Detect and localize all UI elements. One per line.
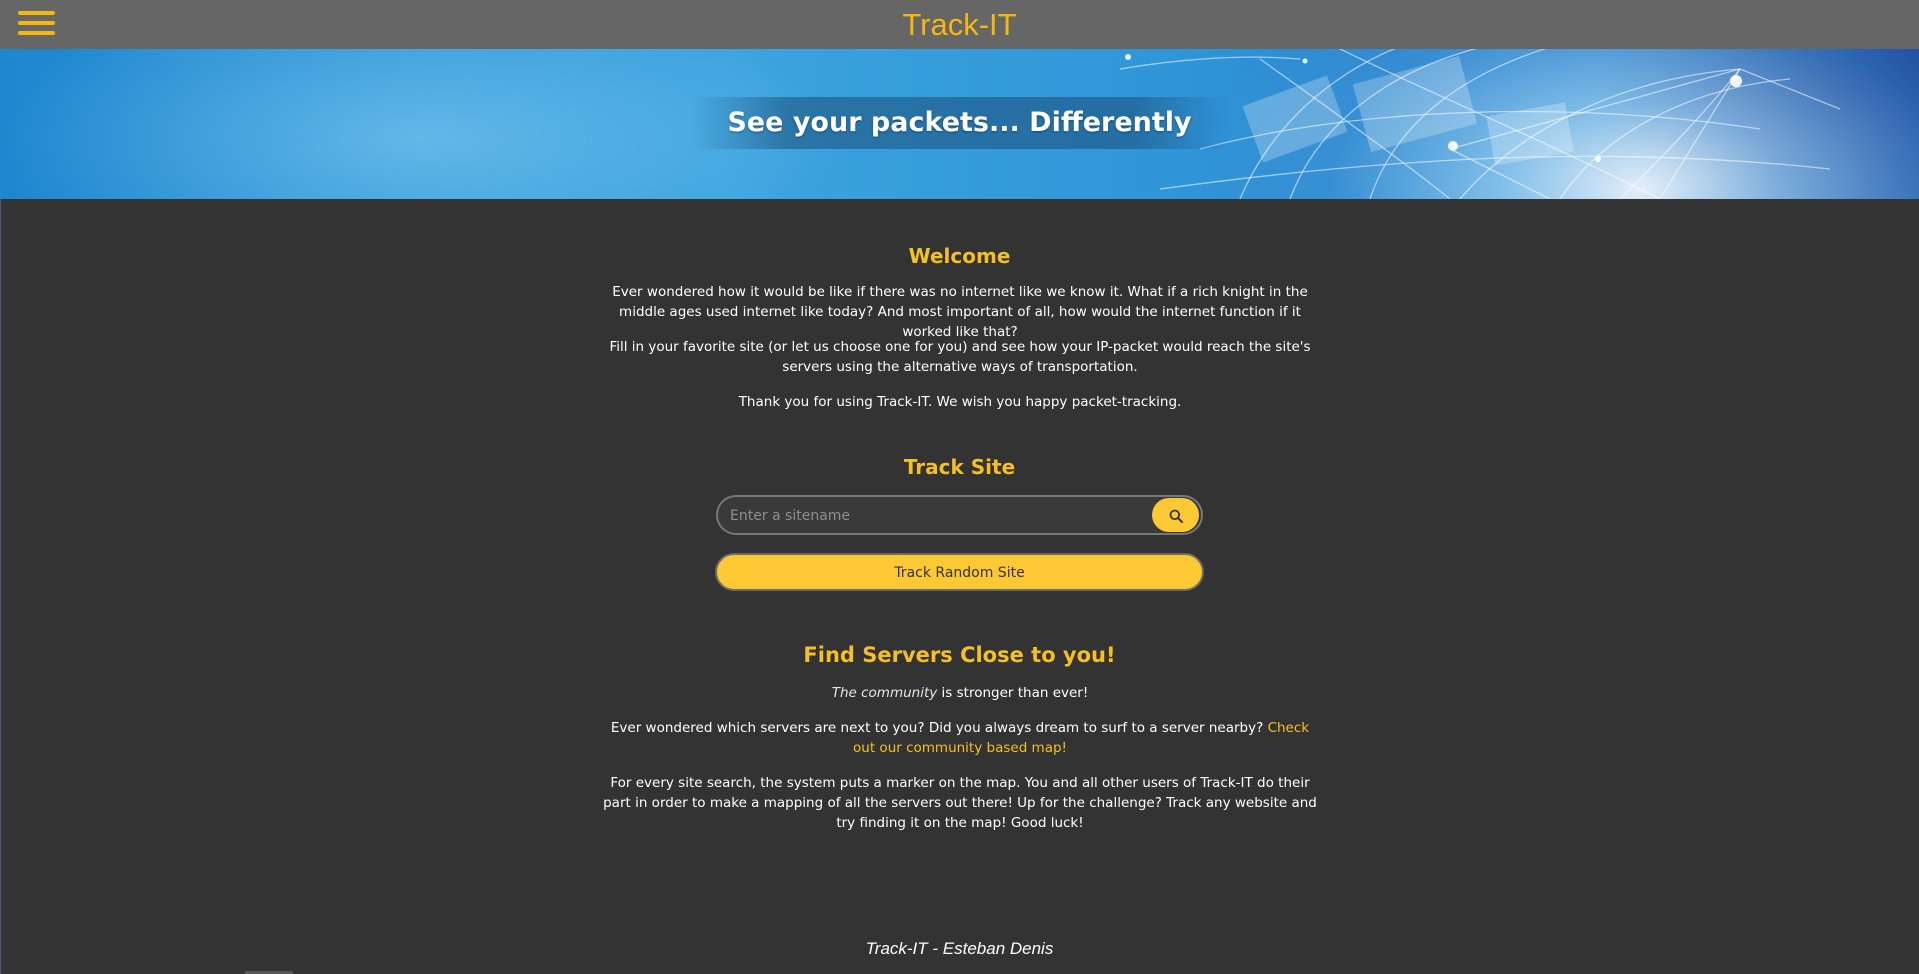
community-tagline-rest: is stronger than ever! — [937, 685, 1089, 701]
welcome-paragraph-2: Fill in your favorite site (or let us ch… — [609, 339, 1311, 375]
welcome-paragraph-1: Ever wondered how it would be like if th… — [612, 284, 1308, 340]
footer-credit: Track-IT - Esteban Denis — [865, 939, 1054, 958]
find-servers-paragraph-3: For every site search, the system puts a… — [603, 775, 1317, 831]
top-bar: Track-IT — [0, 0, 1919, 49]
find-servers-paragraph-2: Ever wondered which servers are next to … — [600, 718, 1320, 758]
find-servers-heading: Find Servers Close to you! — [803, 643, 1116, 667]
search-icon — [1169, 509, 1183, 523]
welcome-heading: Welcome — [908, 244, 1011, 268]
sitename-input[interactable] — [728, 501, 1137, 531]
welcome-paragraph-3: Thank you for using Track-IT. We wish yo… — [738, 394, 1182, 410]
community-tagline: The community is stronger than ever! — [600, 683, 1320, 703]
hero-banner: See your packets... Differently — [0, 49, 1919, 199]
app-title: Track-IT — [902, 7, 1017, 42]
search-button[interactable] — [1152, 498, 1199, 532]
banner-tagline: See your packets... Differently — [727, 107, 1192, 138]
page-edge-line — [0, 199, 1, 974]
community-emphasis: The community — [831, 685, 938, 701]
track-site-heading: Track Site — [903, 455, 1016, 479]
track-random-site-button[interactable]: Track Random Site — [715, 553, 1204, 591]
find-servers-paragraph-2-text: Ever wondered which servers are next to … — [610, 720, 1268, 736]
site-search-box — [716, 495, 1203, 535]
